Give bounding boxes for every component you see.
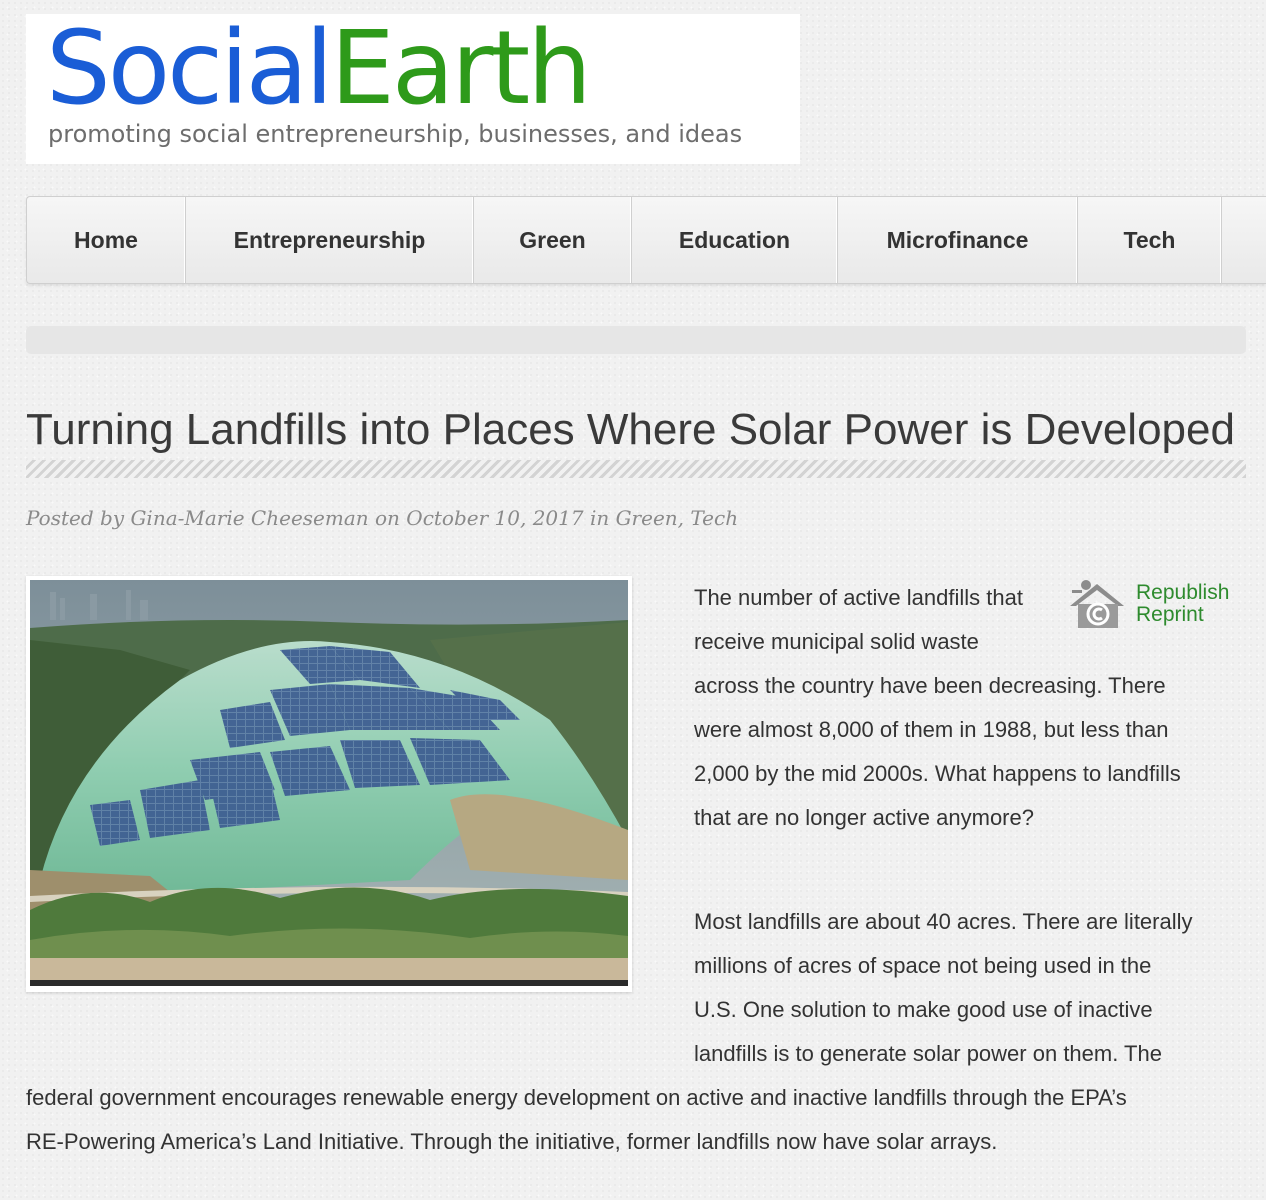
paragraph-line: across the country have been decreasing.… (694, 673, 1166, 698)
main-nav: Home Entrepreneurship Green Education Mi… (26, 196, 1266, 284)
logo-word-social: Social (46, 9, 333, 128)
paragraph-line: The number of active landfills that (694, 585, 1023, 610)
paragraph-line: RE-Powering America’s Land Initiative. T… (26, 1129, 998, 1154)
site-logo[interactable]: SocialEarth promoting social entrepreneu… (26, 14, 800, 164)
secondary-bar (26, 326, 1246, 354)
article-title: Turning Landfills into Places Where Sola… (26, 405, 1235, 454)
nav-item-overflow[interactable] (1222, 197, 1266, 283)
paragraph-line: that are no longer active anymore? (694, 805, 1034, 830)
nav-item-education[interactable]: Education (632, 197, 838, 283)
paragraph-2: Most landfills are about 40 acres. There… (694, 900, 1193, 1076)
paragraph-2-continued: federal government encourages renewable … (26, 1076, 1127, 1164)
featured-image (26, 576, 632, 992)
nav-item-home[interactable]: Home (27, 197, 186, 283)
paragraph-line: U.S. One solution to make good use of in… (694, 997, 1153, 1022)
paragraph-1: The number of active landfills that rece… (694, 576, 1181, 840)
paragraph-line: Most landfills are about 40 acres. There… (694, 909, 1193, 934)
solar-landfill-photo (30, 580, 628, 986)
title-divider (26, 460, 1246, 478)
paragraph-line: 2,000 by the mid 2000s. What happens to … (694, 761, 1181, 786)
logo-tagline: promoting social entrepreneurship, busin… (48, 120, 743, 148)
logo-word-earth: Earth (330, 9, 592, 128)
paragraph-line: receive municipal solid waste (694, 629, 979, 654)
nav-item-entrepreneurship[interactable]: Entrepreneurship (186, 197, 474, 283)
nav-item-tech[interactable]: Tech (1078, 197, 1222, 283)
paragraph-line: federal government encourages renewable … (26, 1085, 1127, 1110)
logo-wordmark: SocialEarth (46, 18, 592, 120)
nav-item-green[interactable]: Green (474, 197, 632, 283)
paragraph-line: millions of acres of space not being use… (694, 953, 1152, 978)
post-meta: Posted by Gina-Marie Cheeseman on Octobe… (26, 506, 739, 530)
nav-item-microfinance[interactable]: Microfinance (838, 197, 1078, 283)
paragraph-line: were almost 8,000 of them in 1988, but l… (694, 717, 1169, 742)
paragraph-line: landfills is to generate solar power on … (694, 1041, 1162, 1066)
